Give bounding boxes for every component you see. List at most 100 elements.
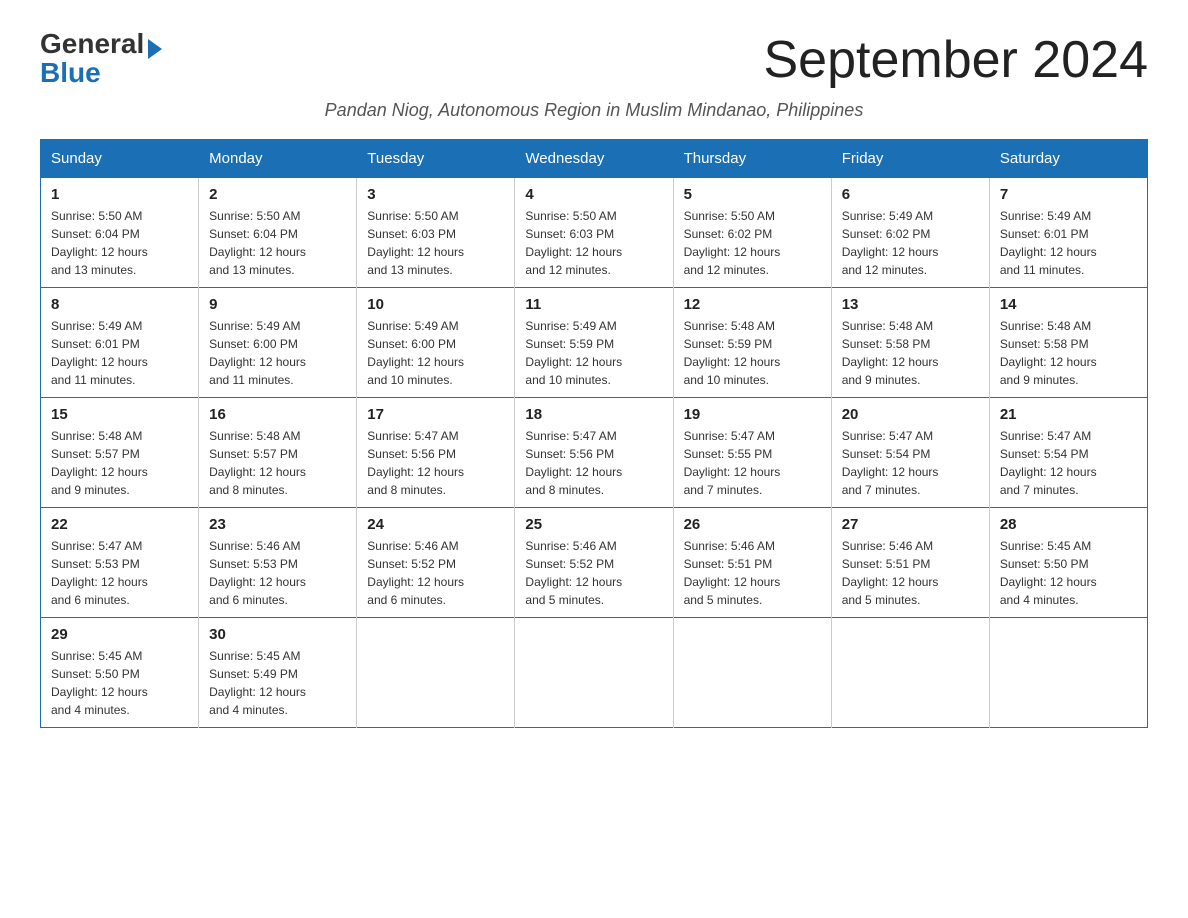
header-monday: Monday	[199, 140, 357, 178]
calendar-header: Sunday Monday Tuesday Wednesday Thursday…	[41, 140, 1148, 178]
day-info: Sunrise: 5:48 AM Sunset: 5:57 PM Dayligh…	[209, 427, 346, 499]
day-number: 3	[367, 186, 504, 203]
calendar-cell: 21 Sunrise: 5:47 AM Sunset: 5:54 PM Dayl…	[989, 398, 1147, 508]
day-number: 13	[842, 296, 979, 313]
day-number: 9	[209, 296, 346, 313]
calendar-cell: 17 Sunrise: 5:47 AM Sunset: 5:56 PM Dayl…	[357, 398, 515, 508]
calendar-cell: 13 Sunrise: 5:48 AM Sunset: 5:58 PM Dayl…	[831, 288, 989, 398]
calendar-week-2: 8 Sunrise: 5:49 AM Sunset: 6:01 PM Dayli…	[41, 288, 1148, 398]
header-sunday: Sunday	[41, 140, 199, 178]
location-subtitle: Pandan Niog, Autonomous Region in Muslim…	[40, 100, 1148, 121]
day-info: Sunrise: 5:47 AM Sunset: 5:56 PM Dayligh…	[525, 427, 662, 499]
day-number: 27	[842, 516, 979, 533]
header-thursday: Thursday	[673, 140, 831, 178]
day-number: 7	[1000, 186, 1137, 203]
calendar-cell	[515, 618, 673, 728]
day-number: 18	[525, 406, 662, 423]
calendar-cell: 7 Sunrise: 5:49 AM Sunset: 6:01 PM Dayli…	[989, 178, 1147, 288]
calendar-cell: 30 Sunrise: 5:45 AM Sunset: 5:49 PM Dayl…	[199, 618, 357, 728]
calendar-cell: 4 Sunrise: 5:50 AM Sunset: 6:03 PM Dayli…	[515, 178, 673, 288]
calendar-cell: 10 Sunrise: 5:49 AM Sunset: 6:00 PM Dayl…	[357, 288, 515, 398]
day-number: 10	[367, 296, 504, 313]
day-number: 24	[367, 516, 504, 533]
day-number: 21	[1000, 406, 1137, 423]
header-tuesday: Tuesday	[357, 140, 515, 178]
day-info: Sunrise: 5:45 AM Sunset: 5:50 PM Dayligh…	[51, 647, 188, 719]
calendar-cell: 8 Sunrise: 5:49 AM Sunset: 6:01 PM Dayli…	[41, 288, 199, 398]
day-info: Sunrise: 5:46 AM Sunset: 5:52 PM Dayligh…	[367, 537, 504, 609]
calendar-cell: 18 Sunrise: 5:47 AM Sunset: 5:56 PM Dayl…	[515, 398, 673, 508]
calendar-cell: 9 Sunrise: 5:49 AM Sunset: 6:00 PM Dayli…	[199, 288, 357, 398]
calendar-cell	[673, 618, 831, 728]
day-info: Sunrise: 5:49 AM Sunset: 6:00 PM Dayligh…	[367, 317, 504, 389]
day-number: 20	[842, 406, 979, 423]
day-info: Sunrise: 5:45 AM Sunset: 5:49 PM Dayligh…	[209, 647, 346, 719]
day-number: 15	[51, 406, 188, 423]
day-info: Sunrise: 5:50 AM Sunset: 6:04 PM Dayligh…	[51, 207, 188, 279]
calendar-cell: 15 Sunrise: 5:48 AM Sunset: 5:57 PM Dayl…	[41, 398, 199, 508]
calendar-cell: 25 Sunrise: 5:46 AM Sunset: 5:52 PM Dayl…	[515, 508, 673, 618]
day-info: Sunrise: 5:48 AM Sunset: 5:57 PM Dayligh…	[51, 427, 188, 499]
calendar-cell: 16 Sunrise: 5:48 AM Sunset: 5:57 PM Dayl…	[199, 398, 357, 508]
day-info: Sunrise: 5:45 AM Sunset: 5:50 PM Dayligh…	[1000, 537, 1137, 609]
header-row: Sunday Monday Tuesday Wednesday Thursday…	[41, 140, 1148, 178]
day-info: Sunrise: 5:49 AM Sunset: 6:01 PM Dayligh…	[1000, 207, 1137, 279]
calendar-cell: 26 Sunrise: 5:46 AM Sunset: 5:51 PM Dayl…	[673, 508, 831, 618]
day-number: 5	[684, 186, 821, 203]
calendar-cell: 28 Sunrise: 5:45 AM Sunset: 5:50 PM Dayl…	[989, 508, 1147, 618]
day-info: Sunrise: 5:48 AM Sunset: 5:59 PM Dayligh…	[684, 317, 821, 389]
day-number: 1	[51, 186, 188, 203]
day-info: Sunrise: 5:46 AM Sunset: 5:53 PM Dayligh…	[209, 537, 346, 609]
day-number: 30	[209, 626, 346, 643]
logo-text: General	[40, 30, 162, 59]
day-number: 4	[525, 186, 662, 203]
day-number: 16	[209, 406, 346, 423]
logo: General Blue	[40, 30, 162, 87]
logo-arrow-icon	[148, 39, 162, 59]
day-number: 11	[525, 296, 662, 313]
calendar-cell: 5 Sunrise: 5:50 AM Sunset: 6:02 PM Dayli…	[673, 178, 831, 288]
calendar-cell	[357, 618, 515, 728]
calendar-week-4: 22 Sunrise: 5:47 AM Sunset: 5:53 PM Dayl…	[41, 508, 1148, 618]
day-info: Sunrise: 5:48 AM Sunset: 5:58 PM Dayligh…	[1000, 317, 1137, 389]
calendar-body: 1 Sunrise: 5:50 AM Sunset: 6:04 PM Dayli…	[41, 178, 1148, 728]
calendar-cell: 19 Sunrise: 5:47 AM Sunset: 5:55 PM Dayl…	[673, 398, 831, 508]
day-number: 26	[684, 516, 821, 533]
logo-blue: Blue	[40, 59, 101, 87]
day-number: 28	[1000, 516, 1137, 533]
day-info: Sunrise: 5:49 AM Sunset: 5:59 PM Dayligh…	[525, 317, 662, 389]
calendar-table: Sunday Monday Tuesday Wednesday Thursday…	[40, 139, 1148, 728]
day-number: 25	[525, 516, 662, 533]
day-info: Sunrise: 5:50 AM Sunset: 6:03 PM Dayligh…	[367, 207, 504, 279]
day-info: Sunrise: 5:49 AM Sunset: 6:01 PM Dayligh…	[51, 317, 188, 389]
page-header: General Blue September 2024	[40, 30, 1148, 90]
day-info: Sunrise: 5:50 AM Sunset: 6:03 PM Dayligh…	[525, 207, 662, 279]
day-number: 23	[209, 516, 346, 533]
calendar-cell: 1 Sunrise: 5:50 AM Sunset: 6:04 PM Dayli…	[41, 178, 199, 288]
calendar-cell: 3 Sunrise: 5:50 AM Sunset: 6:03 PM Dayli…	[357, 178, 515, 288]
day-number: 22	[51, 516, 188, 533]
calendar-cell: 2 Sunrise: 5:50 AM Sunset: 6:04 PM Dayli…	[199, 178, 357, 288]
day-number: 14	[1000, 296, 1137, 313]
calendar-cell	[989, 618, 1147, 728]
day-info: Sunrise: 5:50 AM Sunset: 6:02 PM Dayligh…	[684, 207, 821, 279]
header-wednesday: Wednesday	[515, 140, 673, 178]
calendar-cell: 23 Sunrise: 5:46 AM Sunset: 5:53 PM Dayl…	[199, 508, 357, 618]
calendar-cell: 22 Sunrise: 5:47 AM Sunset: 5:53 PM Dayl…	[41, 508, 199, 618]
day-info: Sunrise: 5:49 AM Sunset: 6:00 PM Dayligh…	[209, 317, 346, 389]
calendar-cell: 14 Sunrise: 5:48 AM Sunset: 5:58 PM Dayl…	[989, 288, 1147, 398]
calendar-cell: 27 Sunrise: 5:46 AM Sunset: 5:51 PM Dayl…	[831, 508, 989, 618]
day-info: Sunrise: 5:49 AM Sunset: 6:02 PM Dayligh…	[842, 207, 979, 279]
day-info: Sunrise: 5:47 AM Sunset: 5:56 PM Dayligh…	[367, 427, 504, 499]
header-friday: Friday	[831, 140, 989, 178]
calendar-cell: 20 Sunrise: 5:47 AM Sunset: 5:54 PM Dayl…	[831, 398, 989, 508]
header-saturday: Saturday	[989, 140, 1147, 178]
day-number: 19	[684, 406, 821, 423]
day-number: 17	[367, 406, 504, 423]
logo-general: General	[40, 28, 144, 59]
calendar-cell: 12 Sunrise: 5:48 AM Sunset: 5:59 PM Dayl…	[673, 288, 831, 398]
day-info: Sunrise: 5:47 AM Sunset: 5:53 PM Dayligh…	[51, 537, 188, 609]
day-info: Sunrise: 5:48 AM Sunset: 5:58 PM Dayligh…	[842, 317, 979, 389]
calendar-cell: 24 Sunrise: 5:46 AM Sunset: 5:52 PM Dayl…	[357, 508, 515, 618]
day-number: 8	[51, 296, 188, 313]
